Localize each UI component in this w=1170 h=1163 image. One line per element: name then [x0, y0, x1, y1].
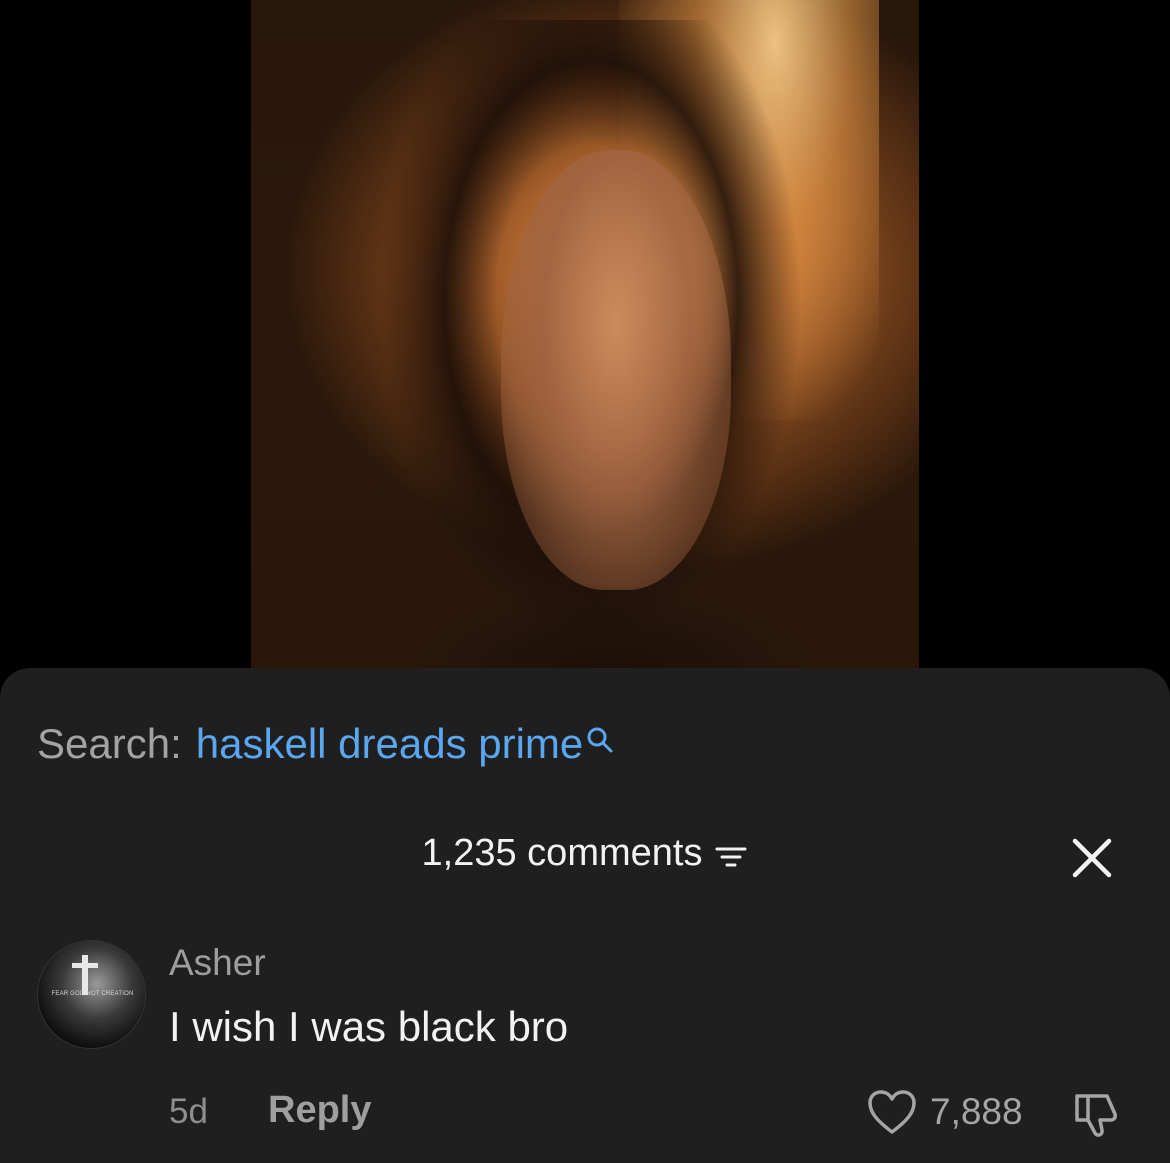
reply-button[interactable]: Reply	[268, 1089, 371, 1132]
filter-icon[interactable]	[714, 839, 748, 869]
comments-count: 1,235 comments	[421, 832, 703, 874]
comment-text: I wish I was black bro	[169, 1003, 569, 1050]
search-icon[interactable]	[585, 717, 615, 753]
like-count: 7,888	[930, 1091, 1023, 1132]
comments-screen: Search: haskell dreads prime 1,235 comme…	[0, 0, 1170, 1163]
like-button[interactable]: 7,888	[866, 1086, 1023, 1138]
comment-username[interactable]: Asher	[169, 942, 266, 984]
search-prefix-label: Search:	[37, 720, 182, 767]
avatar-caption: FEAR GOD NOT CREATION	[51, 991, 134, 997]
video-subject-face	[501, 150, 731, 590]
comment-age: 5d	[169, 1092, 208, 1131]
avatar[interactable]: FEAR GOD NOT CREATION	[37, 940, 146, 1049]
comments-header: 1,235 comments	[0, 832, 1170, 882]
thumbs-down-icon[interactable]	[1071, 1088, 1123, 1140]
search-suggestion[interactable]: Search: haskell dreads prime	[37, 716, 615, 772]
avatar-cross-bar-shape	[72, 963, 98, 968]
search-query-link[interactable]: haskell dreads prime	[196, 720, 584, 768]
avatar-cross-shape	[82, 955, 88, 995]
close-icon[interactable]	[1070, 836, 1114, 880]
video-subject-shoulders	[401, 582, 821, 672]
video-preview-image[interactable]	[251, 0, 919, 672]
heart-icon[interactable]	[866, 1088, 918, 1136]
